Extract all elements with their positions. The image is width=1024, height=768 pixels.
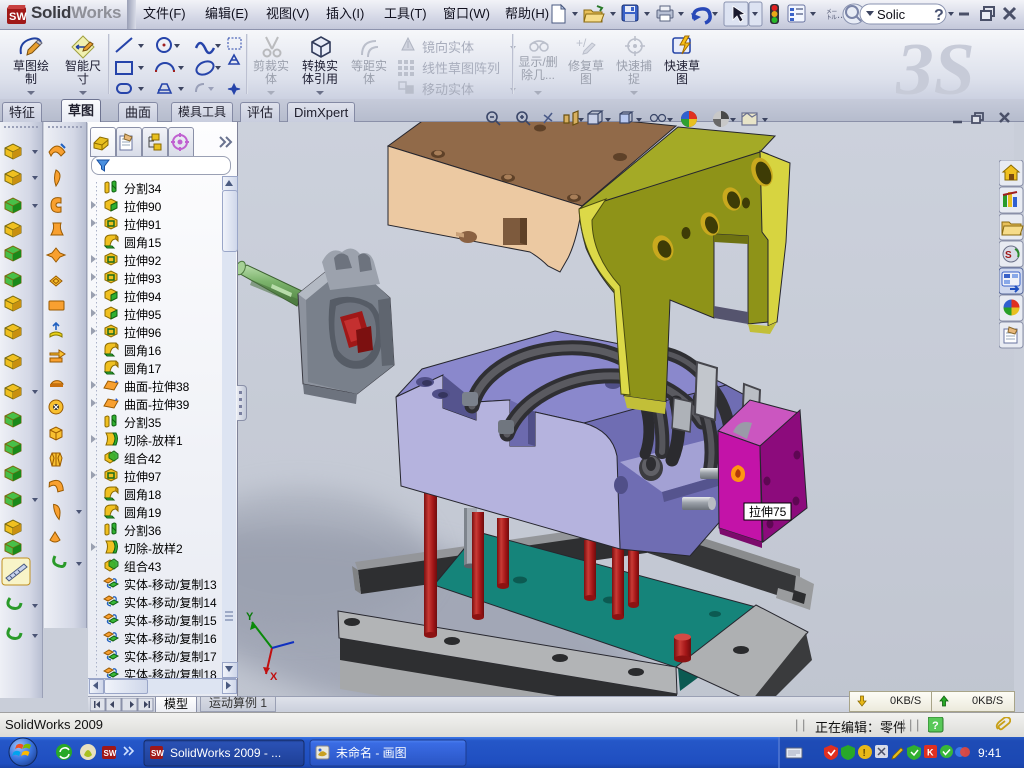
svg-text:?: ? bbox=[932, 720, 939, 732]
svg-text:9:41: 9:41 bbox=[978, 746, 1002, 760]
svg-text:?: ? bbox=[934, 7, 944, 24]
svg-text:镜向实体: 镜向实体 bbox=[422, 40, 474, 55]
svg-text:未命名 - 画图: 未命名 - 画图 bbox=[336, 745, 407, 760]
svg-text:线性草图阵列: 线性草图阵列 bbox=[422, 61, 500, 76]
svg-text:㍍..: ㍍.. bbox=[826, 7, 843, 21]
svg-text:!: ! bbox=[863, 748, 866, 759]
svg-text:X: X bbox=[270, 671, 278, 683]
svg-text:SW: SW bbox=[151, 749, 164, 758]
svg-text:K: K bbox=[927, 748, 934, 758]
svg-text:Y: Y bbox=[246, 611, 254, 623]
svg-text:移动实体: 移动实体 bbox=[422, 82, 474, 96]
svg-text:拉伸75: 拉伸75 bbox=[749, 504, 787, 519]
svg-text:S: S bbox=[1005, 250, 1012, 261]
svg-text:SW: SW bbox=[9, 11, 27, 23]
svg-text:ЗS: ЗS bbox=[896, 30, 975, 100]
svg-text:SolidWorks 2009 - ...: SolidWorks 2009 - ... bbox=[170, 746, 281, 760]
svg-text:Solic: Solic bbox=[877, 7, 906, 22]
svg-text:SW: SW bbox=[104, 749, 117, 758]
svg-text:+/: +/ bbox=[576, 36, 587, 50]
